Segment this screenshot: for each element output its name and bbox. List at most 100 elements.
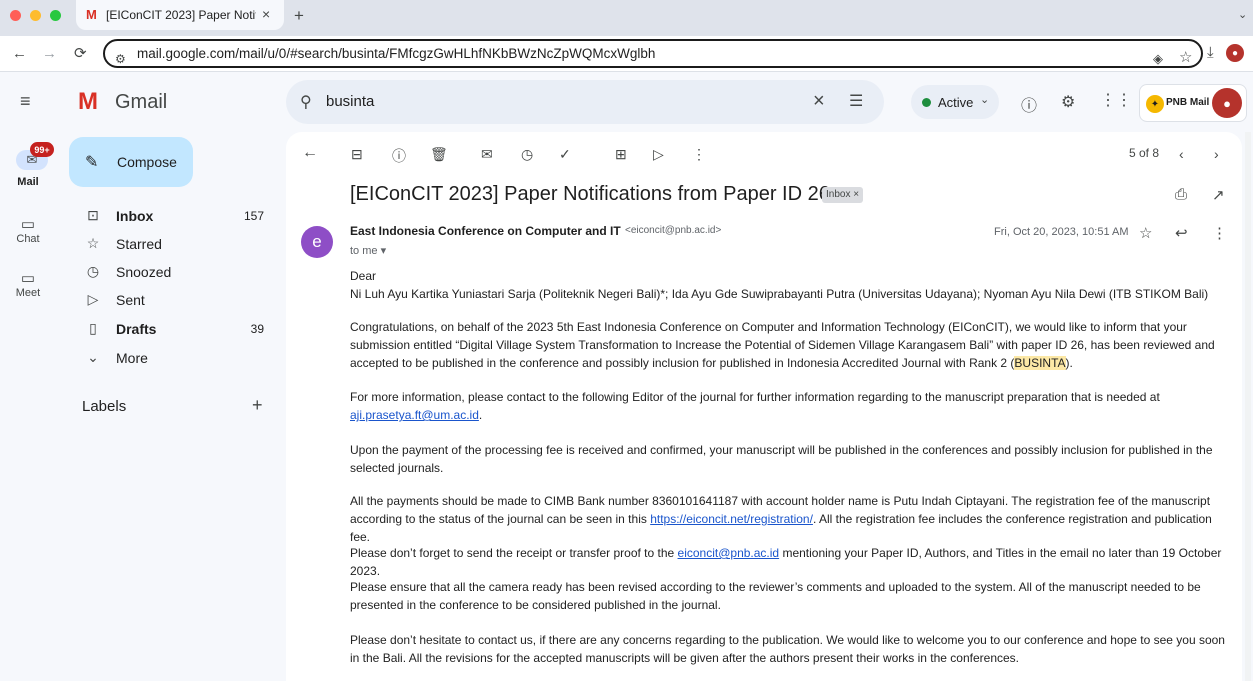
- new-tab-icon[interactable]: +: [294, 6, 304, 26]
- browser-toolbar: ← → ⟳ ⚙ mail.google.com/mail/u/0/#search…: [0, 36, 1253, 72]
- paragraph-text: For more information, please contact to …: [350, 390, 1160, 404]
- paragraph-text: ).: [1065, 356, 1073, 370]
- sender-avatar[interactable]: e: [301, 226, 333, 258]
- status-chip[interactable]: Active ⌄: [911, 85, 999, 119]
- paragraph: Please ensure that all the camera ready …: [350, 580, 1201, 612]
- snooze-icon[interactable]: ◷: [521, 146, 533, 163]
- profile-avatar[interactable]: ●: [1226, 44, 1244, 62]
- move-to-icon[interactable]: ⊞: [615, 146, 627, 163]
- pnb-logo-icon: ✦: [1146, 95, 1164, 113]
- more-message-icon[interactable]: ⋮: [1212, 224, 1227, 242]
- back-icon[interactable]: ←: [12, 45, 27, 62]
- rail-mail[interactable]: ✉ 99+ Mail: [6, 142, 58, 190]
- search-input[interactable]: businta: [326, 93, 374, 110]
- rail-chat[interactable]: ▭ Chat: [6, 215, 58, 255]
- browser-tab[interactable]: M [EIConCIT 2023] Paper Notifi ×: [76, 0, 284, 30]
- rail-meet[interactable]: ▭ Meet: [6, 269, 58, 309]
- inbox-icon: ⊡: [87, 207, 99, 223]
- paragraph: Please don’t hesitate to contact us, if …: [350, 633, 1225, 665]
- nav-more[interactable]: ⌄ More: [58, 344, 286, 373]
- scrollbar[interactable]: [1245, 132, 1251, 681]
- extension-icon[interactable]: ◈: [1153, 46, 1163, 71]
- meet-icon: ▭: [20, 270, 36, 287]
- delete-icon[interactable]: 🗑: [430, 146, 448, 163]
- paragraph-text: Please don’t forget to send the receipt …: [350, 546, 678, 560]
- settings-gear-icon[interactable]: ⚙: [1061, 92, 1075, 112]
- paragraph: Please don’t forget to send the receipt …: [350, 544, 1234, 580]
- label-icon[interactable]: ▷: [653, 146, 664, 163]
- mark-unread-icon[interactable]: ✉: [481, 146, 493, 163]
- registration-link[interactable]: https://eiconcit.net/registration/: [650, 512, 813, 526]
- newer-icon[interactable]: ‹: [1179, 146, 1184, 162]
- recipients-line: Ni Luh Ayu Kartika Yuniastari Sarja (Pol…: [350, 287, 1209, 301]
- chat-icon: ▭: [20, 216, 36, 233]
- close-window-dot[interactable]: [10, 10, 21, 21]
- sender-email: <eiconcit@pnb.ac.id>: [625, 225, 722, 236]
- compose-label: Compose: [117, 154, 177, 170]
- search-icon[interactable]: ⚲: [300, 92, 312, 112]
- draft-icon: ▯: [89, 320, 97, 336]
- sender-name[interactable]: East Indonesia Conference on Computer an…: [350, 224, 621, 238]
- minimize-window-dot[interactable]: [30, 10, 41, 21]
- search-bar[interactable]: ⚲ businta × ☰: [286, 80, 884, 124]
- reply-icon[interactable]: ↩: [1175, 224, 1188, 242]
- print-icon[interactable]: ⎙: [1175, 186, 1187, 203]
- paragraph: Congratulations, on behalf of the 2023 5…: [350, 318, 1234, 372]
- nav-label: Inbox: [116, 208, 154, 224]
- labels-heading: Labels: [82, 398, 127, 415]
- nav-count: 39: [250, 322, 264, 336]
- add-label-icon[interactable]: +: [252, 395, 263, 416]
- email-subject: [EIConCIT 2023] Paper Notifications from…: [350, 183, 830, 205]
- clock-icon: ◷: [86, 263, 100, 279]
- account-area[interactable]: ✦ PNB Mail ●: [1139, 84, 1247, 122]
- address-bar[interactable]: ⚙ mail.google.com/mail/u/0/#search/busin…: [103, 39, 1203, 68]
- help-icon[interactable]: ⓘ: [1021, 92, 1037, 116]
- conference-email-link[interactable]: eiconcit@pnb.ac.id: [678, 546, 780, 560]
- editor-email-link[interactable]: aji.prasetya.ft@um.ac.id: [350, 408, 479, 422]
- paragraph: For more information, please contact to …: [350, 388, 1234, 424]
- app-rail: ✉ 99+ Mail ▭ Chat ▭ Meet: [6, 72, 58, 681]
- inbox-chip-label: Inbox: [826, 189, 851, 200]
- reload-icon[interactable]: ⟳: [74, 44, 87, 62]
- to-me-label: to me: [350, 245, 378, 257]
- archive-icon[interactable]: ⊟: [351, 146, 363, 163]
- more-actions-icon[interactable]: ⋮: [692, 146, 706, 163]
- to-me[interactable]: to me ▾: [350, 244, 386, 257]
- nav-label: Drafts: [116, 321, 157, 337]
- account-avatar: ●: [1212, 88, 1242, 118]
- caret-down-icon: ▾: [380, 245, 387, 257]
- nav-starred[interactable]: ☆ Starred: [58, 230, 286, 259]
- nav-drafts[interactable]: ▯ Drafts 39: [58, 315, 286, 344]
- download-icon[interactable]: ⤓: [1207, 44, 1214, 61]
- back-to-list-icon[interactable]: ←: [302, 144, 318, 162]
- paragraph: Upon the payment of the processing fee i…: [350, 443, 1213, 475]
- greeting: Dear: [350, 269, 377, 283]
- main-menu-icon[interactable]: ≡: [20, 91, 31, 112]
- url-text: mail.google.com/mail/u/0/#search/businta…: [137, 46, 656, 61]
- remove-label-icon[interactable]: ×: [853, 189, 859, 200]
- status-dot: [922, 98, 931, 107]
- nav-sent[interactable]: ▷ Sent: [58, 286, 286, 315]
- compose-button[interactable]: ✎ Compose: [69, 137, 193, 187]
- nav-count: 157: [243, 209, 264, 223]
- search-highlight: BUSINTA: [1014, 356, 1066, 370]
- apps-grid-icon[interactable]: ⋮⋮: [1100, 90, 1132, 110]
- clear-search-icon[interactable]: ×: [813, 90, 825, 113]
- rail-meet-label: Meet: [15, 287, 41, 299]
- older-icon[interactable]: ›: [1214, 146, 1219, 162]
- search-options-icon[interactable]: ☰: [849, 91, 863, 111]
- report-spam-icon[interactable]: ⓘ: [392, 146, 406, 166]
- nav-inbox[interactable]: ⊡ Inbox 157: [58, 202, 286, 231]
- open-new-window-icon[interactable]: ↗: [1212, 186, 1225, 204]
- forward-icon[interactable]: →: [42, 45, 57, 62]
- star-message-icon[interactable]: ☆: [1139, 224, 1152, 242]
- tab-search-icon[interactable]: ⌄: [1238, 8, 1247, 21]
- tab-close-icon[interactable]: ×: [262, 6, 270, 22]
- nav-snoozed[interactable]: ◷ Snoozed: [58, 258, 286, 287]
- bookmark-star-icon[interactable]: ☆: [1179, 45, 1192, 70]
- maximize-window-dot[interactable]: [50, 10, 61, 21]
- browser-tab-bar: M [EIConCIT 2023] Paper Notifi × + ⌄: [0, 0, 1253, 36]
- inbox-chip[interactable]: Inbox ×: [822, 187, 864, 203]
- add-task-icon[interactable]: ✓: [559, 146, 571, 163]
- site-info-icon[interactable]: ⚙: [115, 47, 126, 72]
